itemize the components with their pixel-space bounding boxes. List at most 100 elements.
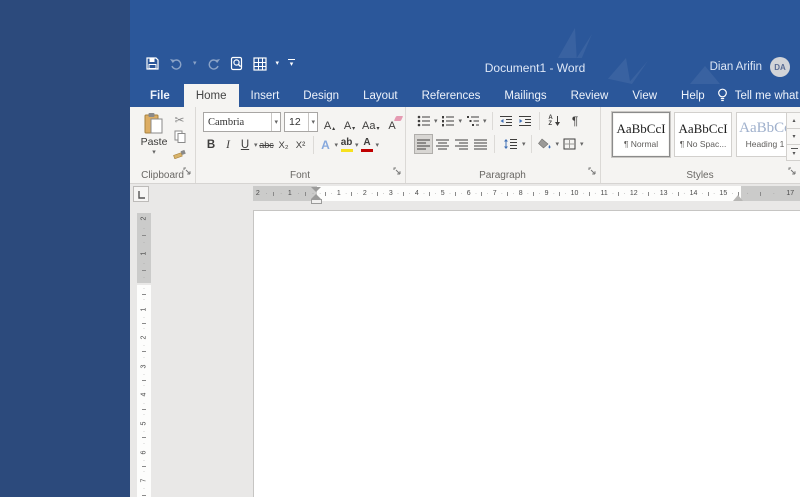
style-name: ¶ Normal xyxy=(623,138,659,149)
shading-dropdown-icon[interactable]: ▾ xyxy=(556,141,560,148)
align-left-icon[interactable] xyxy=(414,134,433,154)
font-family-value: Cambria xyxy=(208,116,245,128)
numbering-icon[interactable] xyxy=(440,112,457,130)
paste-label: Paste xyxy=(140,136,168,148)
document-page[interactable] xyxy=(253,210,800,497)
format-painter-icon[interactable] xyxy=(173,147,186,159)
draw-table-dropdown-icon[interactable]: ▾ xyxy=(276,60,280,67)
vertical-ruler-top-margin: 2 · · 1 · · xyxy=(137,213,151,283)
underline-button[interactable]: U xyxy=(237,135,253,155)
text-effects-dropdown-icon[interactable]: ▾ xyxy=(335,142,339,149)
paste-button[interactable]: Paste ▾ xyxy=(138,112,170,156)
styles-dialog-launcher-icon[interactable] xyxy=(788,162,796,180)
style-card-no-spacing[interactable]: AaBbCcI ¶ No Spac... xyxy=(674,112,732,157)
desktop-background: ▾ ▾ ▾ Document1 - Word Dian Arifin DA Fi… xyxy=(0,0,800,497)
ruler-left-margin: 2 · · 1 · · xyxy=(253,186,317,201)
horizontal-ruler[interactable]: 2 · · 1 · · · · 1 · · 2 · · 3 · · 4 · · 5 · · 6 · · 7 · · 8 · · 9 · · 10 · ·… xyxy=(130,186,800,204)
justify-icon[interactable] xyxy=(472,135,489,153)
copy-icon[interactable] xyxy=(174,130,186,143)
change-case-button[interactable]: Aa ▾ xyxy=(361,113,380,132)
style-name: ¶ No Spac... xyxy=(679,138,727,149)
style-sample: AaBbCcI xyxy=(678,120,728,136)
style-name: Heading 1 xyxy=(745,139,785,149)
avatar[interactable]: DA xyxy=(770,57,790,77)
right-indent-marker[interactable] xyxy=(733,195,743,201)
shrink-font-button[interactable]: A ▾ xyxy=(341,113,358,132)
redo-icon[interactable] xyxy=(206,57,221,70)
account-area[interactable]: Dian Arifin DA xyxy=(710,57,790,77)
font-color-dropdown-icon[interactable]: ▾ xyxy=(376,142,380,149)
line-spacing-dropdown-icon[interactable]: ▾ xyxy=(522,141,526,148)
sort-icon[interactable]: AZ xyxy=(545,112,565,130)
bold-button[interactable]: B xyxy=(203,135,219,155)
subscript-button[interactable]: X₂ xyxy=(276,135,292,155)
font-size-select[interactable]: 12 ▾ xyxy=(284,112,318,132)
tab-mailings[interactable]: Mailings xyxy=(492,84,558,107)
bullets-icon[interactable] xyxy=(415,112,432,130)
tab-home[interactable]: Home xyxy=(183,84,239,107)
tell-me-label: Tell me what you want to do xyxy=(734,89,800,102)
increase-indent-icon[interactable] xyxy=(517,112,534,130)
align-right-icon[interactable] xyxy=(453,135,470,153)
tab-references[interactable]: References xyxy=(410,84,493,107)
bullets-dropdown-icon[interactable]: ▾ xyxy=(434,118,438,125)
first-line-indent-marker[interactable] xyxy=(311,187,321,192)
highlight-button[interactable]: ab xyxy=(339,135,354,155)
numbering-dropdown-icon[interactable]: ▾ xyxy=(459,118,463,125)
paste-dropdown-icon[interactable]: ▾ xyxy=(152,149,156,156)
text-effects-button[interactable]: A xyxy=(318,135,334,155)
customize-quick-access-icon[interactable]: ▾ xyxy=(288,59,296,68)
clear-formatting-button[interactable]: A xyxy=(383,113,404,132)
ruler-right-margin: · · 17 xyxy=(741,186,800,201)
clipboard-dialog-launcher-icon[interactable] xyxy=(183,162,191,180)
shading-icon[interactable] xyxy=(537,135,554,153)
font-color-button[interactable]: A xyxy=(360,135,375,155)
italic-button[interactable]: I xyxy=(220,135,236,155)
tab-file[interactable]: File xyxy=(136,84,184,107)
align-center-icon[interactable] xyxy=(434,135,451,153)
document-title: Document1 - Word xyxy=(484,61,586,75)
styles-gallery-more-icon[interactable]: ▾ xyxy=(786,145,800,161)
lightbulb-icon xyxy=(717,88,727,102)
undo-icon[interactable] xyxy=(169,57,184,70)
multilevel-list-icon[interactable] xyxy=(464,112,481,130)
undo-dropdown-icon[interactable]: ▾ xyxy=(193,60,197,67)
highlight-dropdown-icon[interactable]: ▾ xyxy=(355,142,359,149)
cut-icon[interactable]: ✂ xyxy=(174,114,184,126)
style-card-normal[interactable]: AaBbCcI ¶ Normal xyxy=(612,112,670,157)
superscript-button[interactable]: X² xyxy=(293,135,309,155)
paste-clipboard-icon xyxy=(144,113,163,134)
indent-markers[interactable] xyxy=(311,187,322,204)
left-indent-marker[interactable] xyxy=(311,199,322,204)
underline-dropdown-icon[interactable]: ▾ xyxy=(254,142,258,149)
tab-insert[interactable]: Insert xyxy=(239,84,292,107)
styles-scroll-up-icon[interactable]: ▴ xyxy=(786,112,800,129)
multilevel-dropdown-icon[interactable]: ▾ xyxy=(483,118,487,125)
clipboard-group: Paste ▾ ✂ Clipboard xyxy=(130,107,196,183)
strikethrough-button[interactable]: abc xyxy=(259,135,275,155)
decrease-indent-icon[interactable] xyxy=(498,112,515,130)
styles-scroll-down-icon[interactable]: ▾ xyxy=(786,129,800,145)
tab-design[interactable]: Design xyxy=(291,84,351,107)
tab-layout[interactable]: Layout xyxy=(351,84,410,107)
vertical-ruler[interactable]: 2 · · 1 · · · · 1 · · 2 · · 3 · · 4 · · 5 · · 6 · · 7 · xyxy=(137,211,151,497)
save-icon[interactable] xyxy=(145,56,160,71)
font-family-select[interactable]: Cambria ▾ xyxy=(203,112,281,132)
draw-table-icon[interactable] xyxy=(252,56,267,71)
tell-me-search[interactable]: Tell me what you want to do xyxy=(717,84,800,107)
styles-gallery-scroll: ▴ ▾ ▾ xyxy=(786,112,800,161)
show-hide-marks-button[interactable]: ¶ xyxy=(567,112,584,130)
tab-review[interactable]: Review xyxy=(559,84,621,107)
paragraph-dialog-launcher-icon[interactable] xyxy=(588,162,596,180)
grow-font-button[interactable]: A ▴ xyxy=(321,113,338,132)
print-preview-icon[interactable] xyxy=(230,56,244,71)
tab-view[interactable]: View xyxy=(620,84,669,107)
tab-help[interactable]: Help xyxy=(669,84,717,107)
font-dialog-launcher-icon[interactable] xyxy=(393,162,401,180)
clipboard-mini-buttons: ✂ xyxy=(173,114,186,159)
document-area: 2 · · 1 · · · · 1 · · 2 · · 3 · · 4 · · 5 · · 6 · · 7 · · 8 · · 9 · · 10 · ·… xyxy=(130,184,800,497)
line-spacing-icon[interactable] xyxy=(500,135,520,153)
borders-icon[interactable] xyxy=(561,135,578,153)
borders-dropdown-icon[interactable]: ▾ xyxy=(580,141,584,148)
styles-group-label: Styles xyxy=(686,170,714,181)
